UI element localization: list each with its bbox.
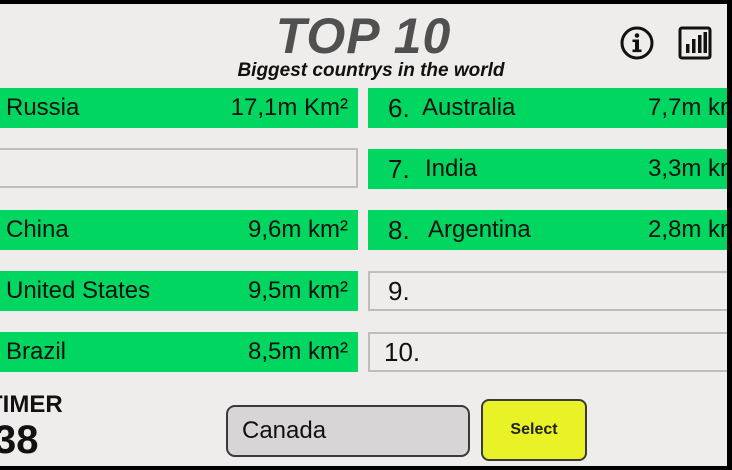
info-circle-icon (620, 26, 654, 60)
country-area: 7,7m km² (648, 94, 727, 121)
stats-button[interactable] (676, 24, 714, 62)
country-area: 9,6m km² (247, 216, 348, 243)
country-name: Australia (422, 94, 516, 121)
country-name: Brazil (6, 338, 67, 365)
timer-value: 38 (0, 418, 39, 462)
answer-slot-10: 10. (368, 332, 727, 372)
country-input[interactable]: Canada (226, 405, 470, 457)
rank-number: 7. (388, 154, 410, 184)
country-name: Russia (6, 94, 80, 121)
answer-slot-6: 6. Australia 7,7m km² (368, 88, 727, 128)
rank-number: 9. (388, 276, 410, 306)
bar-chart-icon (678, 26, 712, 60)
country-area: 2,8m km² (648, 216, 727, 243)
country-area: 8,5m km² (247, 338, 348, 365)
country-name: India (425, 155, 478, 182)
timer-label: TIMER (0, 391, 63, 418)
answer-slot-7: 7. India 3,3m km² (368, 149, 727, 189)
country-area: 9,5m km² (247, 277, 348, 304)
country-area: 17,1m Km² (230, 94, 348, 121)
game-screen: TOP 10 Biggest countrys in the world Rus… (0, 4, 727, 466)
country-name: United States (6, 277, 151, 304)
answer-slot-4: United States 9,5m km² (0, 271, 358, 311)
answer-slot-8: 8. Argentina 2,8m km² (368, 210, 727, 250)
answer-slot-5: Brazil 8,5m km² (0, 332, 358, 372)
select-button[interactable]: Select (481, 399, 587, 461)
answer-slot-2 (0, 148, 358, 188)
rank-number: 6. (388, 93, 410, 123)
country-name: China (6, 216, 69, 243)
answer-slot-1: Russia 17,1m Km² (0, 88, 358, 128)
answer-slot-3: China 9,6m km² (0, 210, 358, 250)
country-name: Argentina (428, 216, 531, 243)
rank-number: 10. (384, 337, 421, 367)
rank-number: 8. (388, 215, 410, 245)
info-button[interactable] (618, 24, 656, 62)
page-subtitle: Biggest countrys in the world (237, 60, 505, 81)
answer-slot-9: 9. (368, 271, 727, 311)
country-area: 3,3m km² (648, 155, 727, 182)
